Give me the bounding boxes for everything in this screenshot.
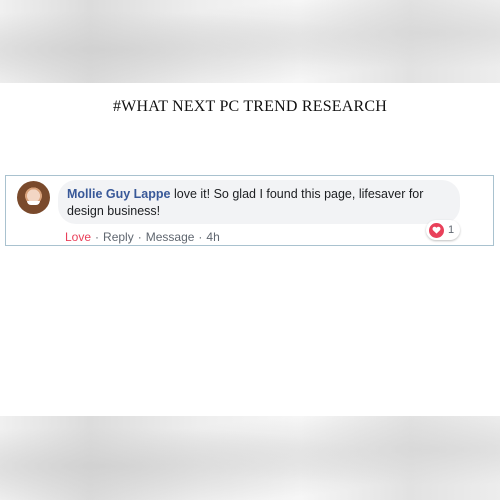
love-reaction-link[interactable]: Love — [65, 230, 91, 244]
reaction-count: 1 — [448, 224, 455, 236]
message-link[interactable]: Message — [146, 230, 195, 244]
reply-link[interactable]: Reply — [103, 230, 134, 244]
avatar[interactable] — [17, 181, 50, 214]
separator-dot: · — [198, 230, 203, 244]
comment-bubble: Mollie Guy Lappe love it! So glad I foun… — [58, 180, 460, 224]
comment-timestamp[interactable]: 4h — [206, 230, 219, 244]
separator-dot: · — [95, 230, 100, 244]
separator-dot: · — [137, 230, 142, 244]
heart-icon — [429, 222, 444, 238]
page-title: #WHAT NEXT PC TREND RESEARCH — [112, 98, 388, 115]
comment-author-link[interactable]: Mollie Guy Lappe — [67, 187, 171, 201]
blurred-background-top — [0, 0, 500, 83]
reaction-count-badge[interactable]: 1 — [426, 220, 461, 240]
blurred-background-bottom — [0, 416, 500, 500]
comment-card: Mollie Guy Lappe love it! So glad I foun… — [5, 175, 494, 246]
comment-actions: Love · Reply · Message · 4h — [65, 230, 220, 244]
